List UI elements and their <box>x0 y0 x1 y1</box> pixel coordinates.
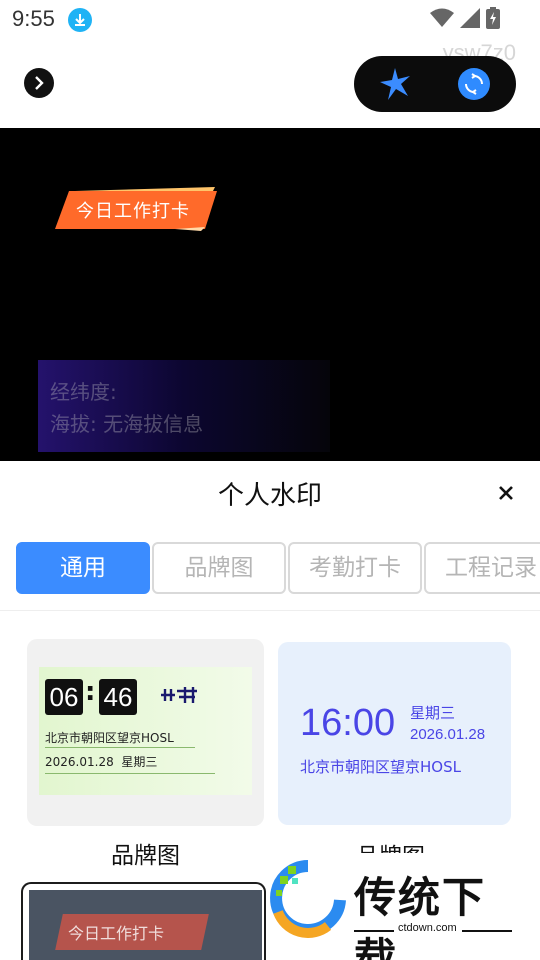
top-bar: ysw7z0 <box>0 40 540 128</box>
site-line-right <box>462 930 512 932</box>
site-url: ctdown.com <box>398 922 457 934</box>
altitude-label: 海拔: 无海拔信息 <box>50 412 204 436</box>
close-icon[interactable] <box>496 483 516 503</box>
camera-preview[interactable]: 今日工作打卡 经纬度: 海拔: 无海拔信息 <box>0 128 540 461</box>
status-time: 9:55 <box>12 6 55 31</box>
general-time: 16:00 <box>300 702 396 744</box>
divider <box>0 610 540 611</box>
attendance-preview: 今日工作打卡 <box>29 890 262 960</box>
tab-attendance[interactable]: 考勤打卡 <box>288 542 422 594</box>
brand-date: 2026.01.28 星期三 <box>45 755 158 769</box>
site-watermark: 传统下载 ctdown.com <box>266 858 518 960</box>
chevron-right-icon <box>35 76 44 90</box>
coordinates-label: 经纬度: <box>50 380 117 404</box>
signal-icon <box>460 8 480 28</box>
status-icons <box>430 6 500 30</box>
location-info-box: 经纬度: 海拔: 无海拔信息 <box>38 360 330 452</box>
clock-hour: 06 <box>45 679 83 715</box>
watermark-tag-text: 今日工作打卡 <box>76 201 190 222</box>
general-weekday: 星期三 <box>410 704 456 722</box>
brand-divider <box>45 747 195 748</box>
brand-address: 北京市朝阳区望京HOSL <box>45 731 174 745</box>
attendance-watermark-card[interactable]: 今日工作打卡 <box>21 882 266 960</box>
tab-brand[interactable]: 品牌图 <box>152 542 286 594</box>
status-bar: 9:55 <box>0 0 540 40</box>
tab-general[interactable]: 通用 <box>16 542 150 594</box>
sparkle-icon[interactable] <box>380 68 410 100</box>
site-line-left <box>354 930 394 932</box>
brand-watermark-card[interactable]: 06 : 46 北京市朝阳区望京HOSL 2026.01.28 星期三 <box>27 639 264 826</box>
sheet-title: 个人水印 <box>217 481 322 511</box>
attendance-tag-text: 今日工作打卡 <box>67 924 164 943</box>
switch-camera-button[interactable] <box>458 68 490 100</box>
clock-minute: 46 <box>99 679 137 715</box>
watermark-sheet: 个人水印 通用 品牌图 考勤打卡 工程记录 06 : 46 北京市朝阳区望京HO… <box>0 461 540 960</box>
sync-icon <box>465 73 483 95</box>
tab-engineering[interactable]: 工程记录 <box>424 542 540 594</box>
battery-icon <box>486 7 500 29</box>
expand-arrow-button[interactable] <box>24 68 54 98</box>
brand-card-label: 品牌图 <box>111 843 180 869</box>
general-watermark-card[interactable]: 16:00 星期三 2026.01.28 北京市朝阳区望京HOSL <box>278 642 511 825</box>
general-address: 北京市朝阳区望京HOSL <box>300 758 461 776</box>
watermark-tag: 今日工作打卡 <box>55 187 217 231</box>
brand-watermark-preview: 06 : 46 北京市朝阳区望京HOSL 2026.01.28 星期三 <box>39 667 252 795</box>
category-tabs: 通用 品牌图 考勤打卡 工程记录 <box>16 542 540 594</box>
brand-divider-2 <box>45 773 215 774</box>
general-card-label: 品牌图 <box>356 837 425 853</box>
camera-controls-pill <box>354 56 516 112</box>
brand-logo-icon <box>161 687 197 703</box>
site-title: 传统下载 <box>354 873 487 960</box>
clock-colon: : <box>85 677 96 707</box>
wifi-icon <box>430 8 454 27</box>
site-logo-icon <box>270 860 346 938</box>
general-date: 2026.01.28 <box>410 726 486 743</box>
download-icon <box>68 8 92 32</box>
